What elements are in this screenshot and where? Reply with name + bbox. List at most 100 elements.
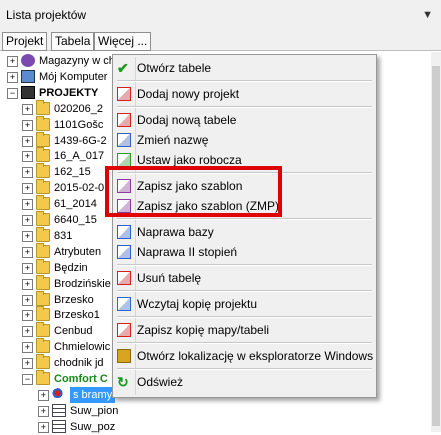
tree-item-label: 1101Gošc [54, 118, 104, 131]
tree-expander-icon[interactable]: + [22, 183, 33, 195]
folder-icon [36, 258, 50, 274]
menu-item-checkmark[interactable]: ✔ Otwórz tabele [113, 58, 376, 78]
folder-icon [36, 163, 50, 179]
tree-expander-icon[interactable]: + [22, 246, 33, 258]
book-icon [21, 85, 35, 99]
set-working-icon [117, 153, 131, 167]
tree-item-label: 2015-02-0 [54, 182, 105, 195]
menu-item-label: Dodaj nowy projekt [137, 87, 240, 101]
tree-expander-icon[interactable]: + [7, 56, 18, 67]
tree-item-label: Będzin [54, 261, 88, 274]
menu-item-label: Dodaj nową tabele [137, 113, 237, 127]
tree-expander-icon[interactable]: + [22, 135, 33, 147]
vertical-scrollbar[interactable] [431, 52, 441, 432]
new-project-icon [117, 87, 131, 101]
tree-expander-icon[interactable]: + [38, 421, 49, 433]
folder-icon [36, 242, 50, 258]
menu-item-new-project[interactable]: Dodaj nowy projekt [113, 84, 376, 104]
tab-tabela[interactable]: Tabela [51, 32, 95, 51]
tree-expander-icon[interactable]: + [22, 151, 33, 163]
tree-item[interactable]: + Suw_poz [0, 419, 441, 435]
menu-item-new-table[interactable]: Dodaj nową tabele [113, 110, 376, 130]
menu-item-label: Naprawa bazy [137, 225, 214, 239]
tree-expander-icon[interactable]: + [22, 199, 33, 211]
tree-expander-icon[interactable]: + [38, 405, 49, 417]
context-menu: ✔ Otwórz tabele Dodaj nowy projekt Dodaj no… [112, 54, 377, 398]
tree-item-label: chodnik jd [54, 357, 104, 370]
tab-wiecej[interactable]: Więcej ... [94, 32, 152, 51]
menu-item-label: Zapisz kopię mapy/tabeli [137, 323, 270, 337]
tree-item-label: Comfort C [54, 373, 108, 385]
tree-expander-icon[interactable]: + [22, 167, 33, 179]
tab-projekt[interactable]: Projekt [2, 32, 48, 51]
tree-expander-icon[interactable]: + [7, 71, 18, 83]
computer-icon [21, 69, 35, 83]
folder-icon [36, 179, 50, 195]
menu-item-delete-table[interactable]: Usuń tabelę [113, 268, 376, 288]
tree-item-label: PROJEKTY [39, 86, 99, 99]
tree-expander-icon[interactable]: + [22, 310, 33, 322]
tree-item-label: Atrybuten [54, 245, 102, 258]
menu-separator [117, 316, 372, 318]
dropdown-arrow-icon[interactable]: ▼ [422, 9, 433, 21]
rename-icon [117, 133, 131, 147]
menu-separator [117, 342, 372, 344]
tree-expander-icon[interactable]: − [22, 374, 33, 385]
menu-separator [117, 218, 372, 220]
refresh-icon: ↻ [117, 374, 129, 390]
menu-item-label: Wczytaj kopię projektu [137, 297, 258, 311]
tree-expander-icon[interactable]: + [38, 389, 49, 401]
save-copy-icon [117, 323, 131, 337]
tree-expander-icon[interactable]: + [22, 103, 33, 115]
tree-expander-icon[interactable]: + [22, 119, 33, 131]
tree-item-label: 1439-6G-2 [54, 134, 107, 147]
folder-icon [36, 274, 50, 290]
menu-item-label: Otwórz tabele [137, 61, 212, 75]
folder-icon [36, 99, 50, 115]
menu-item-label: Odśwież [137, 375, 184, 389]
tree-expander-icon[interactable]: + [22, 358, 33, 370]
tree-expander-icon[interactable]: + [22, 262, 33, 274]
tree-expander-icon[interactable]: + [22, 215, 33, 226]
menu-item-open-folder[interactable]: Otwórz lokalizację w eksploratorze Windo… [113, 346, 376, 366]
tree-expander-icon[interactable]: + [22, 326, 33, 338]
tree-expander-icon[interactable]: + [22, 278, 33, 290]
tree-item-label: 16_A_017 [54, 150, 105, 163]
menu-item-repair[interactable]: Naprawa bazy [113, 222, 376, 242]
tree-item[interactable]: + Suw_pion [0, 403, 441, 419]
tree-item-label: 020206_2 [54, 102, 103, 115]
scrollbar-thumb[interactable] [432, 66, 440, 426]
tree-item-label: Magazyny w ch [39, 55, 115, 67]
menu-item-save-copy[interactable]: Zapisz kopię mapy/tabeli [113, 320, 376, 340]
menu-item-label: Zmień nazwę [137, 133, 209, 147]
tree-item-label: Brzesko [54, 293, 94, 306]
panel-title: Lista projektów [6, 8, 87, 22]
table-icon [52, 403, 66, 417]
menu-separator [117, 80, 372, 82]
tree-item-label: Cenbud [54, 325, 93, 338]
menu-item-refresh[interactable]: ↻ Odśwież [113, 372, 376, 392]
folder-icon [36, 147, 50, 163]
tree-expander-icon[interactable]: + [22, 342, 33, 354]
load-copy-icon [117, 297, 131, 311]
user-db-icon [21, 54, 35, 67]
panel-titlebar: Lista projektów ▼ [0, 0, 441, 31]
menu-item-load-copy[interactable]: Wczytaj kopię projektu [113, 294, 376, 314]
tree-expander-icon[interactable]: + [22, 230, 33, 242]
menu-separator [117, 106, 372, 108]
menu-item-repair-2[interactable]: Naprawa II stopień [113, 242, 376, 262]
repair-2-icon [117, 245, 131, 259]
menu-item-rename[interactable]: Zmień nazwę [113, 130, 376, 150]
tree-expander-icon[interactable]: + [22, 294, 33, 306]
menu-separator [117, 368, 372, 370]
tree-expander-icon[interactable]: − [7, 87, 18, 99]
highlight-box [105, 166, 282, 217]
map-icon [52, 387, 66, 401]
folder-icon [36, 306, 50, 322]
tree-item-label: Suw_poz [70, 420, 116, 433]
new-table-icon [117, 113, 131, 127]
folder-icon [36, 322, 50, 338]
tree-item-label: Mój Komputer [39, 70, 108, 83]
tree-item-label: Chmielowic [54, 341, 111, 354]
menu-item-label: Otwórz lokalizację w eksploratorze Windo… [137, 349, 374, 363]
